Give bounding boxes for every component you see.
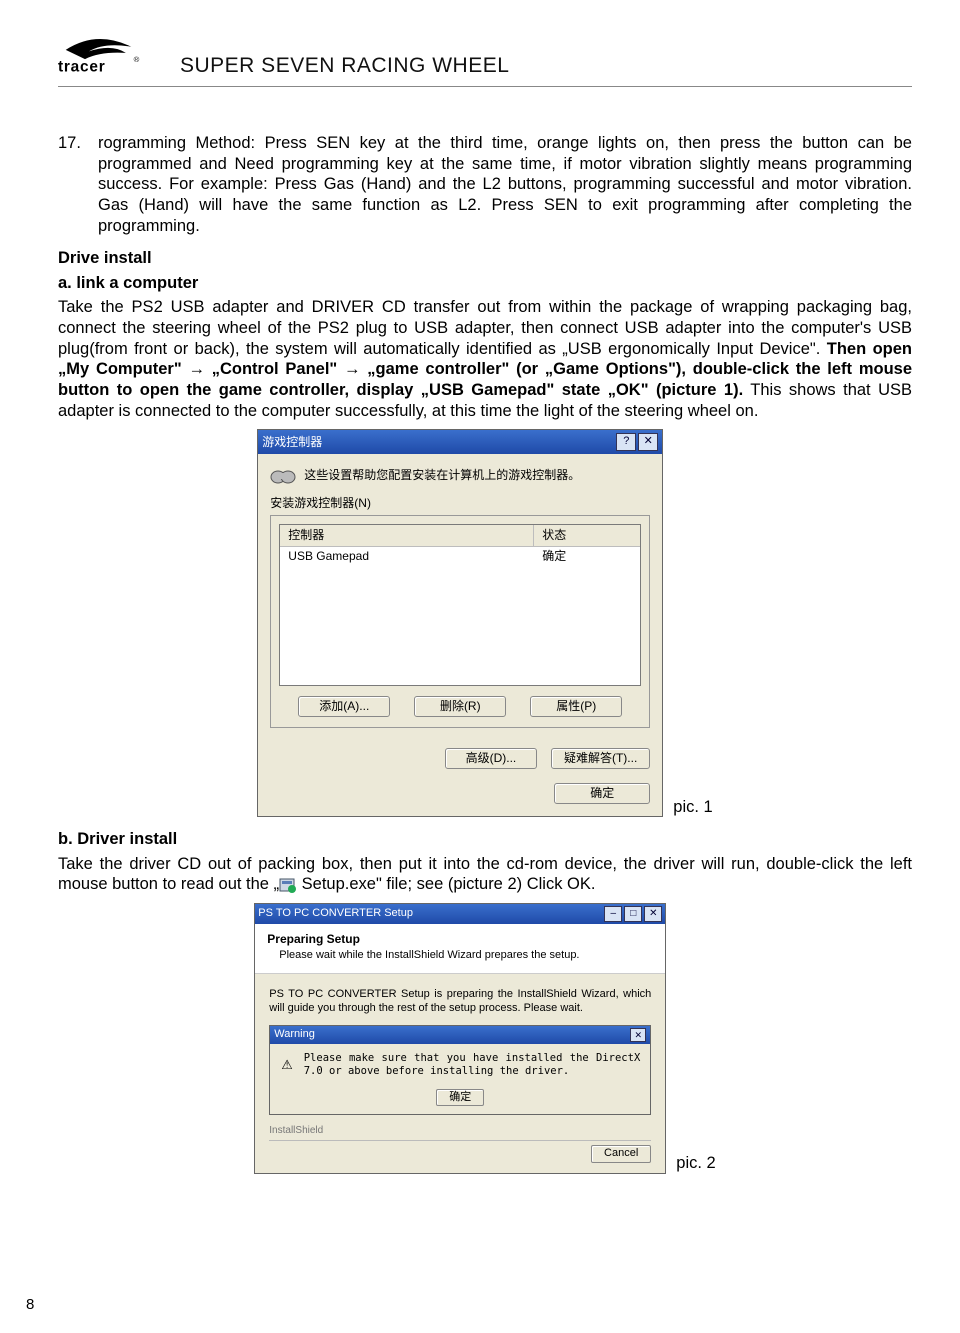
setup-heading: Preparing Setup	[267, 932, 653, 947]
item-17-text: rogramming Method: Press SEN key at the …	[98, 133, 912, 236]
add-button[interactable]: 添加(A)...	[298, 696, 390, 717]
list-item[interactable]: USB Gamepad 确定	[280, 547, 640, 566]
game-controller-dialog: 游戏控制器 ? ✕ 这些设置帮助您配置安装在计算机上的游戏控制器。	[257, 429, 663, 817]
cancel-button[interactable]: Cancel	[591, 1145, 651, 1163]
warning-dialog: Warning ✕ ⚠ Please make sure that you ha…	[269, 1025, 651, 1115]
section-b-paragraph: Take the driver CD out of packing box, t…	[58, 854, 912, 895]
troubleshoot-button[interactable]: 疑难解答(T)...	[551, 748, 650, 769]
col-status: 状态	[534, 525, 640, 546]
tracer-logo: tracer ®	[58, 32, 166, 80]
maximize-button[interactable]: □	[624, 906, 642, 922]
setup-subheading: Please wait while the InstallShield Wiza…	[279, 949, 653, 963]
header-rule	[58, 86, 912, 87]
properties-button[interactable]: 属性(P)	[530, 696, 622, 717]
item-17-number: 17.	[58, 133, 88, 236]
ok-button[interactable]: 确定	[554, 783, 650, 804]
minimize-button[interactable]: –	[604, 906, 622, 922]
col-controller: 控制器	[280, 525, 534, 546]
setup-progress-text: PS TO PC CONVERTER Setup is preparing th…	[255, 974, 665, 1022]
installshield-label: InstallShield	[255, 1123, 665, 1140]
drive-install-heading: Drive install	[58, 248, 912, 269]
warning-ok-button[interactable]: 确定	[436, 1089, 484, 1107]
warning-text: Please make sure that you have installed…	[304, 1052, 641, 1078]
close-button[interactable]: ✕	[638, 433, 658, 451]
close-button[interactable]: ✕	[644, 906, 662, 922]
dialog1-title: 游戏控制器	[262, 435, 322, 450]
page-number: 8	[26, 1296, 34, 1313]
controller-list[interactable]: 控制器 状态 USB Gamepad 确定	[279, 524, 641, 686]
dialog2-title: PS TO PC CONVERTER Setup	[258, 907, 413, 921]
setup-exe-icon	[279, 877, 297, 893]
advanced-button[interactable]: 高级(D)...	[445, 748, 537, 769]
document-title: SUPER SEVEN RACING WHEEL	[180, 54, 509, 80]
warning-icon: ⚠	[280, 1052, 293, 1076]
warning-close-button[interactable]: ✕	[630, 1028, 646, 1042]
pic2-caption: pic. 2	[676, 1153, 715, 1174]
pic1-caption: pic. 1	[673, 797, 712, 818]
section-b-label: b. Driver install	[58, 829, 912, 850]
warning-title: Warning	[274, 1028, 315, 1042]
section-a-label: a. link a computer	[58, 273, 912, 294]
svg-text:®: ®	[134, 55, 140, 64]
section-a-paragraph: Take the PS2 USB adapter and DRIVER CD t…	[58, 297, 912, 421]
dialog1-intro: 这些设置帮助您配置安装在计算机上的游戏控制器。	[304, 468, 580, 483]
gamepad-icon	[270, 464, 296, 486]
installed-controllers-label: 安装游戏控制器(N)	[270, 496, 650, 511]
setup-dialog: PS TO PC CONVERTER Setup – □ ✕ Preparing…	[254, 903, 666, 1174]
svg-text:tracer: tracer	[58, 58, 105, 75]
help-button[interactable]: ?	[616, 433, 636, 451]
remove-button[interactable]: 删除(R)	[414, 696, 506, 717]
